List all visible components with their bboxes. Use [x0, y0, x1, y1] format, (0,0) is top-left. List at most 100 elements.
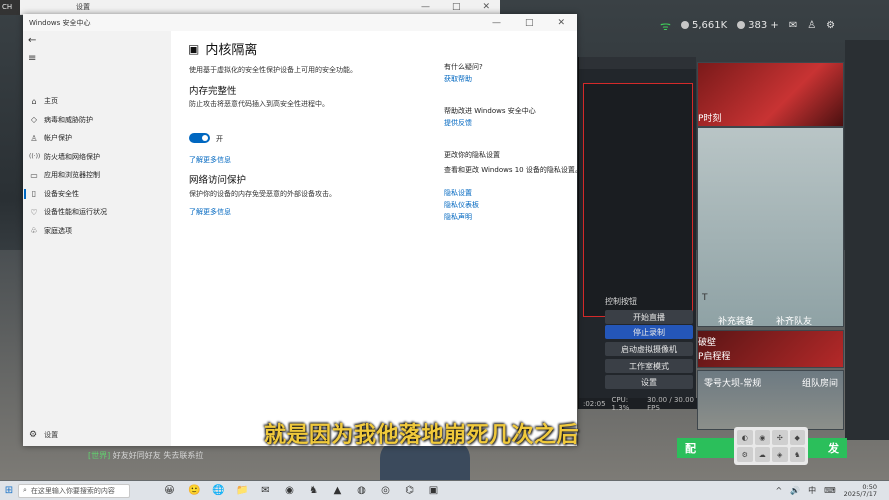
close-button[interactable]: ✕ — [482, 2, 490, 12]
privacy-title: 更改你的隐私设置 — [444, 151, 500, 159]
virtual-camera-button[interactable]: 启动虚拟摄像机 — [605, 342, 693, 356]
game-hud: ᯤ 5,661K 383 + ✉ ♙ ⚙ — [660, 12, 889, 38]
stop-recording-button[interactable]: 停止录制 — [605, 325, 693, 339]
sidebar-item-device-security[interactable]: ▯ 设备安全性 — [23, 185, 171, 204]
sidebar-item-device-health[interactable]: ♡ 设备性能和运行状况 — [23, 203, 171, 222]
page-description: 使用基于虚拟化的安全性保护设备上可用的安全功能。 — [189, 66, 357, 74]
shield-icon: ◇ — [30, 115, 38, 125]
sidebar-item-firewall[interactable]: ((·)) 防火墙和网络保护 — [23, 148, 171, 167]
privacy-statement-link[interactable]: 隐私声明 — [444, 212, 472, 222]
close-button[interactable]: ✕ — [557, 18, 565, 28]
taskbar-app-icon[interactable]: ⌬ — [404, 485, 415, 496]
sidebar-item-home[interactable]: ⌂ 主页 — [23, 92, 171, 111]
privacy-dashboard-link[interactable]: 隐私仪表板 — [444, 200, 479, 210]
minimize-button[interactable]: — — [492, 18, 501, 28]
tray-app-icon[interactable]: ♞ — [789, 447, 805, 462]
memory-integrity-learn-more-link[interactable]: 了解更多信息 — [189, 155, 231, 165]
person-icon: ♙ — [30, 133, 38, 143]
break-card[interactable]: 破壁 P启程程 — [697, 330, 844, 368]
memory-integrity-description: 防止攻击将恶意代码插入到高安全性进程中。 — [189, 100, 329, 108]
taskbar-app-icon[interactable]: ▲ — [332, 485, 343, 496]
maximize-button[interactable]: □ — [525, 18, 534, 28]
taskbar: ⊞ ⌕ 在这里输入你要搜索的内容 😀 🙂 🌐 📁 ✉ ◉ ♞ ▲ ◍ ◎ ⌬ ▣… — [0, 481, 889, 500]
taskbar-clock[interactable]: 0:50 2025/7/17 — [844, 483, 877, 498]
art-card[interactable]: T 补充装备 补齐队友 — [697, 127, 844, 327]
obs-preview[interactable] — [583, 83, 693, 317]
improve-title: 帮助改进 Windows 安全中心 — [444, 107, 536, 115]
sidebar-item-account-protection[interactable]: ♙ 帐户保护 — [23, 129, 171, 148]
sidebar-item-settings[interactable]: ⚙ 设置 — [29, 430, 58, 440]
device-icon: ▯ — [31, 189, 37, 199]
sidebar-item-virus-protection[interactable]: ◇ 病毒和威胁防护 — [23, 111, 171, 130]
obs-statusbar: :02:05 CPU: 1.3% 30.00 / 30.00 FPS — [579, 396, 697, 412]
privacy-settings-link[interactable]: 隐私设置 — [444, 188, 472, 198]
tray-app-icon[interactable]: ◐ — [737, 430, 753, 445]
taskbar-app-icon[interactable]: 😀 — [164, 485, 175, 496]
taskbar-app-icon[interactable]: ✉ — [260, 485, 271, 496]
taskbar-app-icon[interactable]: ◎ — [380, 485, 391, 496]
tray-app-icon[interactable]: ☁ — [754, 447, 770, 462]
family-icon: ♧ — [30, 226, 38, 236]
tray-app-icon[interactable]: ◉ — [754, 430, 770, 445]
taskbar-app-icon[interactable]: ♞ — [308, 485, 319, 496]
memory-integrity-toggle[interactable] — [189, 133, 210, 143]
map-card[interactable]: 零号大坝-常规 组队房间 — [697, 370, 844, 430]
taskbar-app-icon[interactable]: 📁 — [236, 485, 248, 496]
gem-icon — [737, 21, 746, 29]
input-method-indicator[interactable]: 中 — [808, 485, 816, 496]
toggle-state-label: 开 — [216, 135, 223, 143]
page-title: ▣ 内核隔离 — [188, 41, 258, 59]
settings-title: 设置 — [76, 3, 90, 11]
windows-security-window: Windows 安全中心 — □ ✕ ← ≡ ⌂ 主页 ◇ 病毒和威胁防护 ♙ 帐户保… — [23, 14, 582, 446]
start-stream-button[interactable]: 开始直播 — [605, 310, 693, 324]
chevron-up-icon[interactable]: ^ — [775, 486, 782, 495]
network-protection-description: 保护你的设备的内存免受恶意的外部设备攻击。 — [189, 190, 336, 198]
main-content: ▣ 内核隔离 使用基于虚拟化的安全性保护设备上可用的安全功能。 内存完整性 防止… — [171, 31, 582, 446]
gear-icon: ⚙ — [29, 430, 38, 440]
taskbar-app-icon[interactable]: 🌐 — [212, 485, 224, 496]
tray-app-icon[interactable]: ⚙ — [737, 447, 753, 462]
wifi-signal-icon: ((·)) — [29, 153, 41, 161]
mail-icon[interactable]: ✉ — [789, 20, 797, 31]
taskbar-app-icon[interactable]: ◉ — [284, 485, 295, 496]
app-window-icon: ▭ — [30, 170, 38, 180]
sidebar-item-family-options[interactable]: ♧ 家庭选项 — [23, 222, 171, 241]
privacy-description: 查看和更改 Windows 10 设备的隐私设置。 — [444, 166, 582, 174]
keyboard-icon[interactable]: ⌨ — [824, 486, 836, 495]
tray-app-icon[interactable]: ✣ — [772, 430, 788, 445]
currency-2: 383 + — [737, 20, 779, 31]
taskbar-apps: 😀 🙂 🌐 📁 ✉ ◉ ♞ ▲ ◍ ◎ ⌬ ▣ — [164, 485, 439, 496]
heart-icon: ♡ — [30, 207, 38, 217]
back-arrow-icon[interactable]: ← — [28, 35, 36, 46]
obs-settings-button[interactable]: 设置 — [605, 375, 693, 389]
feedback-link[interactable]: 提供反馈 — [444, 118, 472, 128]
studio-mode-button[interactable]: 工作室模式 — [605, 359, 693, 373]
get-help-link[interactable]: 获取帮助 — [444, 74, 472, 84]
coin-icon — [680, 21, 689, 29]
windows-start-icon[interactable]: ⊞ — [0, 485, 18, 496]
event-card[interactable]: P时刻 — [697, 62, 844, 127]
taskbar-app-icon[interactable]: ◍ — [356, 485, 367, 496]
wifi-icon: ᯤ — [660, 18, 671, 33]
speaker-icon[interactable]: 🔊 — [790, 486, 800, 495]
window-titlebar: Windows 安全中心 — □ ✕ — [23, 14, 577, 31]
network-protection-title: 网络访问保护 — [189, 175, 247, 186]
obs-window: 控制按钮 开始直播 停止录制 启动虚拟摄像机 工作室模式 设置 :02:05 C… — [578, 57, 697, 412]
taskbar-app-icon[interactable]: 🙂 — [188, 485, 200, 496]
minimize-button[interactable]: — — [421, 2, 430, 12]
gear-icon[interactable]: ⚙ — [826, 20, 835, 31]
system-tray: ^ 🔊 中 ⌨ 0:50 2025/7/17 — [775, 483, 889, 498]
tray-app-icon[interactable]: ◆ — [789, 430, 805, 445]
network-protection-learn-more-link[interactable]: 了解更多信息 — [189, 207, 231, 217]
sidebar-nav: ⌂ 主页 ◇ 病毒和威胁防护 ♙ 帐户保护 ((·)) 防火墙和网络保护 ▭ 应用和浏览器… — [23, 92, 171, 240]
tray-app-icon[interactable]: ◈ — [772, 447, 788, 462]
sidebar-item-app-browser-control[interactable]: ▭ 应用和浏览器控制 — [23, 166, 171, 185]
hamburger-menu-icon[interactable]: ≡ — [28, 53, 36, 64]
search-icon: ⌕ — [23, 486, 27, 494]
sidebar: ← ≡ ⌂ 主页 ◇ 病毒和威胁防护 ♙ 帐户保护 ((·)) 防火墙和网络保护 ▭ 应用… — [23, 31, 171, 446]
taskbar-app-icon[interactable]: ▣ — [428, 485, 439, 496]
user-icon[interactable]: ♙ — [807, 20, 816, 31]
obs-toolbar — [579, 57, 696, 69]
taskbar-search-box[interactable]: ⌕ 在这里输入你要搜索的内容 — [18, 483, 130, 498]
maximize-button[interactable]: □ — [452, 2, 461, 12]
